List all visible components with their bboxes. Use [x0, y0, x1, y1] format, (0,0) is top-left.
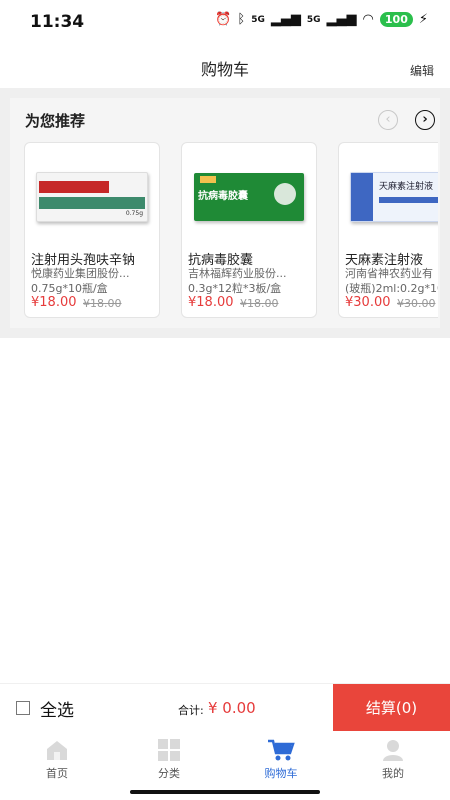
product-spec: 0.75g*10瓶/盒 — [31, 282, 108, 295]
page-title: 购物车 — [200, 60, 249, 79]
checkout-button[interactable]: 结算(0) — [333, 684, 450, 732]
recommend-panel: 为您推荐 ‹ › 0.75g 注射用头孢呋辛钠 悦康药业集团股份... 0.75… — [10, 98, 440, 328]
tab-bar: 首页 分类 购物车 我的 — [0, 731, 450, 786]
box-label: 天麻素注射液 — [379, 182, 434, 192]
edit-button[interactable]: 编辑 — [410, 62, 434, 79]
alarm-icon: ⏰ — [215, 12, 232, 27]
medicine-box-icon: 0.75g — [35, 155, 149, 239]
tab-cart-label: 购物车 — [264, 767, 298, 780]
checkout-bar: 全选 合计: ¥ 0.00 结算(0) — [0, 683, 450, 732]
signal-icon: ▂▄▆ — [270, 12, 301, 27]
tab-home[interactable]: 首页 — [17, 737, 97, 781]
status-time: 11:34 — [30, 12, 85, 32]
title-bar: 购物车 编辑 — [0, 44, 450, 88]
product-carousel: 0.75g 注射用头孢呋辛钠 悦康药业集团股份... 0.75g*10瓶/盒 ¥… — [24, 142, 438, 318]
total-label: 合计: — [178, 704, 204, 717]
box-label: 抗病毒胶囊 — [198, 191, 248, 202]
select-all-label[interactable]: 全选 — [40, 696, 74, 721]
charging-icon: ⚡ — [418, 12, 428, 27]
product-card[interactable]: 天麻素注射液 天麻素注射液 河南省神农药业有 (玻瓶)2ml:0.2g*10 ¥… — [338, 142, 438, 318]
product-spec: (玻瓶)2ml:0.2g*10 — [345, 282, 438, 295]
select-all-checkbox[interactable] — [16, 701, 30, 715]
medicine-box-icon: 抗病毒胶囊 — [192, 155, 306, 239]
chevron-right-icon: › — [422, 112, 428, 127]
network-label-2: 5G — [306, 14, 321, 25]
chevron-left-icon: ‹ — [385, 112, 391, 127]
tab-category[interactable]: 分类 — [129, 737, 209, 781]
tab-cart[interactable]: 购物车 — [241, 737, 321, 781]
product-maker: 吉林福辉药业股份... — [188, 267, 287, 280]
product-original-price: ¥18.00 — [83, 297, 122, 310]
cart-icon — [241, 737, 321, 763]
product-original-price: ¥30.00 — [397, 297, 436, 310]
bluetooth-icon: ᛒ — [237, 12, 246, 27]
wifi-icon: ◠ — [362, 12, 374, 27]
gesture-bar — [0, 786, 450, 800]
total-value: ¥ 0.00 — [208, 699, 256, 717]
product-spec: 0.3g*12粒*3板/盒 — [188, 282, 282, 295]
status-icons: ⏰ ᛒ 5G ▂▄▆ 5G ▂▄▆ ◠ 100 ⚡ — [215, 12, 428, 27]
status-bar: 11:34 ⏰ ᛒ 5G ▂▄▆ 5G ▂▄▆ ◠ 100 ⚡ — [0, 0, 450, 44]
battery-icon: 100 — [379, 12, 413, 27]
home-icon — [17, 737, 97, 763]
product-maker: 悦康药业集团股份... — [31, 267, 130, 280]
product-card[interactable]: 抗病毒胶囊 抗病毒胶囊 吉林福辉药业股份... 0.3g*12粒*3板/盒 ¥1… — [181, 142, 317, 318]
carousel-prev-button[interactable]: ‹ — [378, 110, 398, 130]
medicine-box-icon: 天麻素注射液 — [349, 155, 438, 239]
product-price: ¥18.00 — [188, 295, 234, 310]
signal-icon-2: ▂▄▆ — [326, 12, 357, 27]
tab-category-label: 分类 — [158, 767, 180, 780]
carousel-next-button[interactable]: › — [415, 110, 435, 130]
product-price: ¥18.00 — [31, 295, 77, 310]
product-maker: 河南省神农药业有 — [345, 267, 433, 280]
tab-profile[interactable]: 我的 — [353, 737, 433, 781]
product-price: ¥30.00 — [345, 295, 391, 310]
profile-icon — [353, 737, 433, 763]
tab-home-label: 首页 — [46, 767, 68, 780]
recommend-title: 为您推荐 — [25, 112, 86, 130]
product-card[interactable]: 0.75g 注射用头孢呋辛钠 悦康药业集团股份... 0.75g*10瓶/盒 ¥… — [24, 142, 160, 318]
category-icon — [129, 737, 209, 763]
tab-profile-label: 我的 — [382, 767, 404, 780]
network-label: 5G — [251, 14, 265, 25]
product-original-price: ¥18.00 — [240, 297, 279, 310]
home-indicator[interactable] — [130, 790, 320, 794]
